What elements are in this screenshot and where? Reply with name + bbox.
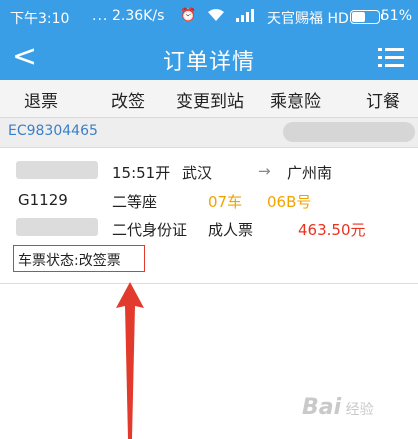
wifi-icon <box>207 8 225 26</box>
status-bar: 下午3:10 ... 2.36K/s ⏰ 天官赐福 HD 51% <box>0 0 418 36</box>
battery-percent: 51% <box>380 8 412 24</box>
status-time: 下午3:10 <box>10 11 70 27</box>
list-menu-icon[interactable] <box>378 48 404 68</box>
id-type: 二代身份证 <box>112 221 188 239</box>
departure-time: 15:51开 <box>112 164 171 182</box>
car-number: 07车 <box>208 193 243 211</box>
seat-number: 06B号 <box>267 193 312 211</box>
departure-station: 武汉 <box>182 164 213 182</box>
ticket-type: 成人票 <box>208 221 254 239</box>
ticket-status: 车票状态:改签票 <box>18 253 121 269</box>
redacted-id <box>16 218 98 236</box>
redacted-passenger-name <box>16 161 98 179</box>
redacted-info <box>283 122 415 142</box>
carrier-name: 天官赐福 HD <box>267 11 349 27</box>
battery-icon <box>350 10 383 24</box>
status-dots: ... <box>92 8 109 24</box>
ticket-price: 463.50元 <box>298 221 366 239</box>
arrival-station: 广州南 <box>287 164 333 182</box>
baidu-watermark: Bai 经验 <box>302 395 374 420</box>
refund-button[interactable]: 退票 <box>24 87 58 112</box>
change-ticket-button[interactable]: 改签 <box>111 87 145 112</box>
order-number: EC98304465 <box>8 123 98 139</box>
alarm-icon: ⏰ <box>180 8 197 23</box>
watermark-suffix: 经验 <box>345 402 374 418</box>
change-destination-button[interactable]: 变更到站 <box>176 87 244 112</box>
ticket-card[interactable]: 15:51开 武汉 → 广州南 G1129 二等座 07车 06B号 二代身份证… <box>0 148 418 284</box>
page-title: 订单详情 <box>162 50 255 75</box>
train-number: G1129 <box>18 191 68 209</box>
action-bar: 退票 改签 变更到站 乘意险 订餐 <box>0 80 418 118</box>
signal-icon <box>235 8 255 26</box>
ticket-status-highlight: 车票状态:改签票 <box>13 245 145 272</box>
order-number-row: EC98304465 <box>0 118 418 148</box>
seat-class: 二等座 <box>112 193 158 211</box>
order-meal-button[interactable]: 订餐 <box>366 87 400 112</box>
watermark-brand: Bai <box>302 395 342 420</box>
network-speed: 2.36K/s <box>112 8 165 24</box>
insurance-button[interactable]: 乘意险 <box>270 87 321 112</box>
annotation-arrow-icon <box>116 282 144 439</box>
arrow-right-icon: → <box>258 162 271 180</box>
title-bar: < 订单详情 <box>0 36 418 80</box>
